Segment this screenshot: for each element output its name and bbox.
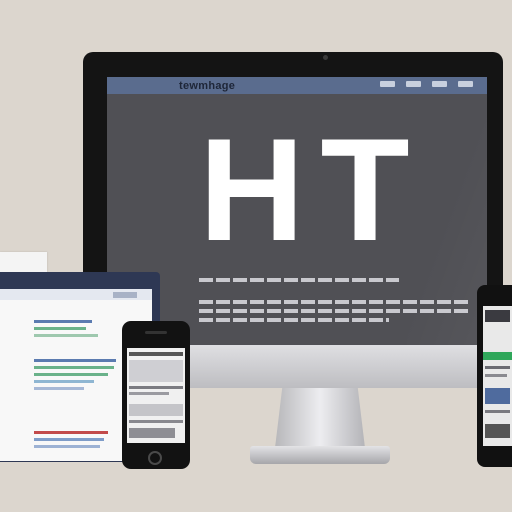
phone-image xyxy=(129,360,183,382)
doc-line xyxy=(34,373,108,376)
doc-line xyxy=(34,380,94,383)
laptop-tab[interactable] xyxy=(113,292,137,298)
doc-line xyxy=(34,438,104,441)
doc-line xyxy=(34,334,98,337)
phone-right-screen xyxy=(483,306,512,446)
phone-left-screen xyxy=(127,348,185,443)
phone-text-line xyxy=(485,374,507,377)
home-button-icon[interactable] xyxy=(148,451,162,465)
phone-text-line xyxy=(129,392,169,395)
doc-line xyxy=(34,445,100,448)
phone-text-line xyxy=(485,366,510,369)
doc-heading-line xyxy=(34,431,108,434)
laptop-toolbar xyxy=(0,289,152,300)
phone-text-line xyxy=(129,420,183,423)
monitor-chin xyxy=(189,345,487,388)
phone-button[interactable] xyxy=(129,428,175,438)
text-line xyxy=(199,318,389,322)
phone-header xyxy=(485,310,510,322)
text-line xyxy=(199,278,399,282)
phone-image xyxy=(485,388,510,404)
doc-line xyxy=(34,327,86,330)
speaker-icon xyxy=(145,331,167,334)
doc-heading-line xyxy=(34,320,92,323)
monitor-stand xyxy=(275,388,365,448)
hero-heading: HT xyxy=(199,108,426,271)
monitor-base xyxy=(250,446,390,464)
doc-section-3 xyxy=(34,431,108,452)
phone-image xyxy=(129,404,183,416)
doc-heading-line xyxy=(34,359,116,362)
phone-text-line xyxy=(129,386,183,389)
doc-line xyxy=(34,366,114,369)
phone-header xyxy=(129,352,183,356)
paper-sheet xyxy=(0,252,47,272)
doc-line xyxy=(34,387,84,390)
screen-glare xyxy=(407,77,487,345)
phone-image xyxy=(485,424,510,438)
nav-link-1[interactable] xyxy=(380,81,395,87)
phone-green-banner xyxy=(483,352,512,360)
doc-section-1 xyxy=(34,320,98,341)
camera-icon xyxy=(323,55,328,60)
doc-section-2 xyxy=(34,359,116,394)
body-paragraph-1 xyxy=(199,273,399,282)
desktop-screen: tewmhage HT xyxy=(107,77,487,345)
brand-logo[interactable]: tewmhage xyxy=(179,80,235,92)
phone-text-line xyxy=(485,410,510,413)
